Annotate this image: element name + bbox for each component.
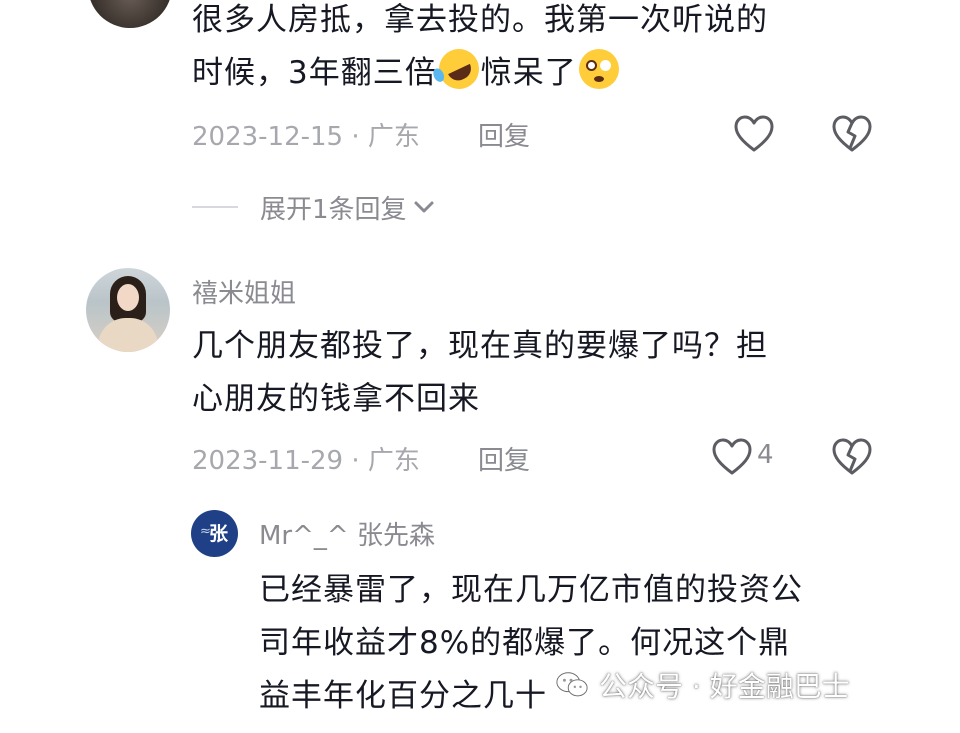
- expand-replies[interactable]: 展开1条回复: [192, 185, 437, 229]
- avatar-wave-icon: ≈: [200, 524, 211, 539]
- watermark: 公众号 · 好金融巴士: [555, 663, 850, 707]
- comment-text: 很多人房抵，拿去投的。我第一次听说的 时候，3年翻三倍 惊呆了: [192, 0, 768, 100]
- avatar-body: [98, 318, 158, 352]
- meta-separator: ·: [343, 122, 368, 152]
- comment-line-1: 很多人房抵，拿去投的。我第一次听说的: [192, 2, 768, 38]
- reply-line-1: 已经暴雷了，现在几万亿市值的投资公: [259, 572, 803, 608]
- comment-date: 2023-12-15: [192, 122, 344, 152]
- broken-heart-icon[interactable]: [831, 114, 873, 154]
- reply-line-3: 益丰年化百分之几十: [259, 678, 547, 714]
- reply-button[interactable]: 回复: [478, 116, 530, 153]
- comment-line-2: 心朋友的钱拿不回来: [192, 381, 480, 417]
- reply-line-2: 司年收益才8%的都爆了。何况这个鼎: [259, 625, 791, 661]
- comment-location: 广东: [367, 122, 420, 152]
- heart-outline-icon[interactable]: [711, 437, 753, 477]
- reply-button[interactable]: 回复: [478, 440, 530, 477]
- comment-line-1: 几个朋友都投了，现在真的要爆了吗？担: [192, 328, 768, 364]
- comment-line-2-tail: 惊呆了: [480, 55, 577, 91]
- heart-outline-icon[interactable]: [733, 114, 775, 154]
- meta-separator: ·: [343, 446, 368, 476]
- wechat-icon: [556, 672, 588, 697]
- comment-meta: 2023-12-15 · 广东: [192, 116, 420, 153]
- avatar[interactable]: [88, 0, 172, 28]
- comment-line-2: 时候，3年翻三倍: [192, 55, 437, 91]
- like-count: 4: [757, 440, 774, 470]
- comment-date: 2023-11-29: [192, 446, 344, 476]
- comment-location: 广东: [367, 446, 420, 476]
- expand-replies-label: 展开1条回复: [260, 194, 407, 225]
- chevron-down-icon: [414, 201, 434, 213]
- comment-text: 几个朋友都投了，现在真的要爆了吗？担 心朋友的钱拿不回来: [192, 320, 768, 426]
- username[interactable]: 禧米姐姐: [192, 273, 296, 310]
- rolling-on-floor-laughing-emoji: [432, 42, 486, 96]
- avatar-face: [117, 284, 139, 311]
- username[interactable]: Mr^_^ 张先森: [259, 515, 435, 552]
- expand-divider: [192, 206, 238, 208]
- avatar[interactable]: [86, 268, 170, 352]
- watermark-text: 公众号 · 好金融巴士: [599, 670, 850, 703]
- broken-heart-icon[interactable]: [831, 437, 873, 477]
- comment-meta: 2023-11-29 · 广东: [192, 440, 420, 477]
- avatar[interactable]: ≈ 张: [191, 510, 238, 557]
- avatar-glyph: 张: [208, 523, 228, 545]
- flushed-face-emoji: [578, 49, 619, 89]
